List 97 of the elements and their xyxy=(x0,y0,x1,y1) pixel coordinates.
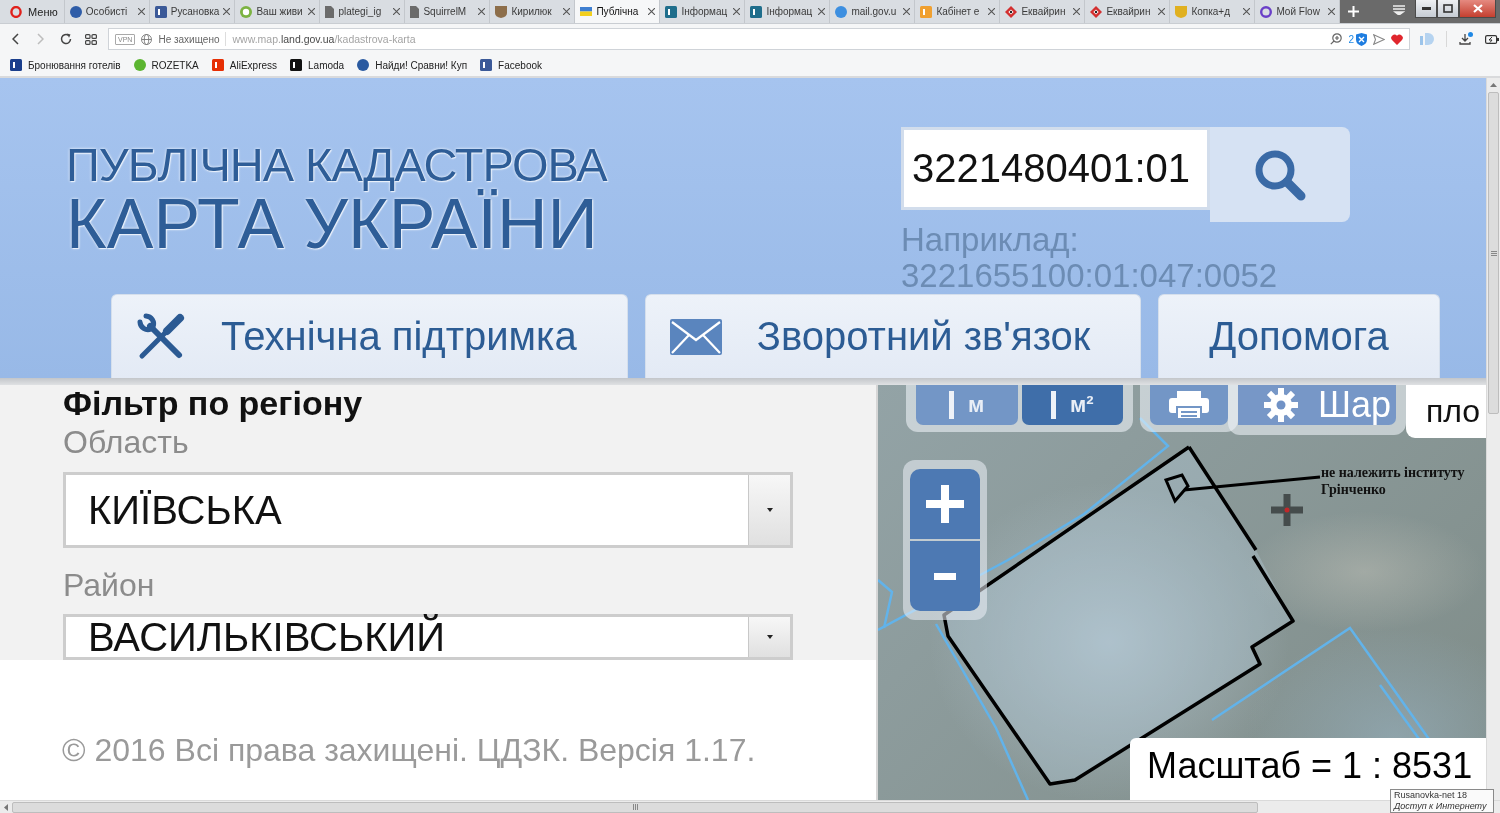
bookmark-link[interactable]: AliExpress xyxy=(211,59,278,71)
badge-count: 2 xyxy=(1348,33,1354,45)
bookmark-link[interactable]: Найди! Сравни! Куп xyxy=(357,59,468,71)
browser-tab[interactable]: Еквайрин xyxy=(1085,0,1171,23)
close-icon xyxy=(563,8,571,15)
browser-tab[interactable]: Публічна xyxy=(575,0,661,23)
browser-tab[interactable]: Еквайрин xyxy=(1000,0,1086,23)
left-arrow-icon xyxy=(4,803,8,811)
tools-icon xyxy=(136,311,186,362)
region-select[interactable]: ВАСИЛЬКІВСЬКИЙ xyxy=(63,614,793,660)
close-icon xyxy=(818,8,826,15)
close-icon xyxy=(648,8,656,15)
close-button[interactable] xyxy=(1459,0,1496,18)
plus-icon xyxy=(926,485,964,523)
scrollbar-thumb[interactable] xyxy=(1488,92,1499,414)
browser-tab[interactable]: Інформац xyxy=(745,0,831,23)
printer-icon xyxy=(1169,391,1209,419)
browser-tab[interactable]: SquirrelM xyxy=(405,0,491,23)
bookmark-link[interactable]: Бронювання готелів xyxy=(10,59,121,71)
small-parcel-outline xyxy=(1163,473,1190,504)
region-select[interactable]: КИЇВСЬКА xyxy=(63,472,793,548)
close-icon xyxy=(733,8,741,15)
search-button[interactable] xyxy=(1210,127,1350,222)
browser-tab[interactable]: Ваш живи xyxy=(235,0,321,23)
scrollbar-thumb[interactable] xyxy=(12,801,1258,813)
globe-icon xyxy=(141,33,153,45)
map-annotation: не належить інституту Грінченко xyxy=(1321,464,1465,498)
close-icon xyxy=(393,8,401,15)
plus-icon xyxy=(1347,6,1359,17)
nav-button[interactable]: Допомога xyxy=(1158,294,1440,378)
bookmark-link[interactable]: Facebook xyxy=(480,59,542,71)
search-icon xyxy=(1254,148,1306,201)
network-name: Rusanovka-net 18 xyxy=(1394,790,1469,801)
filter-heading: Фільтр по регіону xyxy=(63,385,363,422)
browser-tab[interactable]: Кабінет е xyxy=(915,0,1001,23)
field-label: Район xyxy=(63,566,155,604)
nav-button[interactable]: Зворотний зв'язок xyxy=(644,294,1142,378)
close-icon xyxy=(988,8,996,15)
close-icon xyxy=(223,8,231,15)
maximize-icon xyxy=(1443,4,1453,13)
menu-button[interactable]: Меню xyxy=(4,0,65,23)
close-icon xyxy=(1243,8,1251,15)
grip-icon xyxy=(632,804,638,810)
nav-button[interactable]: Технічна підтримка xyxy=(111,294,628,378)
security-label: Не захищено xyxy=(158,33,220,45)
reload-icon xyxy=(59,33,72,45)
field-label: Область xyxy=(63,423,189,461)
ring-icon xyxy=(10,5,22,18)
print-button[interactable] xyxy=(1150,385,1228,425)
battery-icon[interactable] xyxy=(1485,34,1499,44)
grid-icon xyxy=(84,33,97,45)
measure-button[interactable]: м² xyxy=(1021,385,1123,425)
browser-tab[interactable]: Копка+д xyxy=(1170,0,1256,23)
close-icon xyxy=(1158,8,1166,15)
url-text: www.map.land.gov.ua/kadastrova-karta xyxy=(232,33,416,45)
site-title: ПУБЛІЧНА КАДАСТРОВА xyxy=(66,140,607,190)
minimize-button[interactable] xyxy=(1415,0,1437,18)
copyright-text: © 2016 Всі права захищені. ЦДЗК. Версія 1.17. xyxy=(62,732,756,768)
crosshair-icon xyxy=(1271,494,1303,526)
zoom-icon[interactable] xyxy=(1330,33,1343,45)
caret-icon xyxy=(766,508,773,512)
close-icon xyxy=(137,8,145,15)
bookmark-link[interactable]: Lamoda xyxy=(290,59,345,71)
browser-tab[interactable]: plategi_ig xyxy=(320,0,406,23)
close-icon xyxy=(308,8,316,15)
browser-tab[interactable]: Русановка xyxy=(149,0,236,23)
download-icon[interactable] xyxy=(1459,32,1473,46)
up-arrow-icon xyxy=(1490,83,1497,87)
close-icon xyxy=(1073,8,1081,15)
scale-text: Масштаб = 1 : 8531 xyxy=(1147,746,1473,786)
browser-tab[interactable]: Особисті xyxy=(64,0,150,23)
close-icon xyxy=(478,8,486,15)
shield-icon[interactable] xyxy=(1356,32,1367,46)
info-text: пло xyxy=(1426,393,1481,430)
new-tab-button[interactable] xyxy=(1340,0,1367,23)
close-icon xyxy=(903,8,911,15)
browser-tab[interactable]: Інформац xyxy=(660,0,746,23)
ruler-bar-icon xyxy=(1050,391,1056,419)
search-field[interactable]: 3221480401:01 xyxy=(901,127,1210,210)
zoom-out-button[interactable] xyxy=(910,541,980,611)
send-icon[interactable] xyxy=(1373,33,1385,45)
grip-icon xyxy=(1490,250,1497,256)
ruler-bar-icon xyxy=(949,391,955,419)
caret-icon xyxy=(766,635,773,639)
zoom-in-button[interactable] xyxy=(910,469,980,539)
site-title: КАРТА УКРАЇНИ xyxy=(66,190,598,258)
tab-menu-icon[interactable] xyxy=(1393,5,1405,15)
minimize-icon xyxy=(1421,7,1431,10)
close-icon xyxy=(1472,4,1483,13)
bookmark-link[interactable]: ROZETKA xyxy=(133,59,199,71)
close-icon xyxy=(1328,8,1336,15)
browser-tab[interactable]: mail.gov.u xyxy=(830,0,916,23)
envelope-icon xyxy=(669,318,722,355)
maximize-button[interactable] xyxy=(1437,0,1459,18)
network-status: Доступ к Интернету xyxy=(1394,801,1488,812)
minus-icon xyxy=(934,572,956,580)
heart-icon[interactable] xyxy=(1391,33,1403,45)
